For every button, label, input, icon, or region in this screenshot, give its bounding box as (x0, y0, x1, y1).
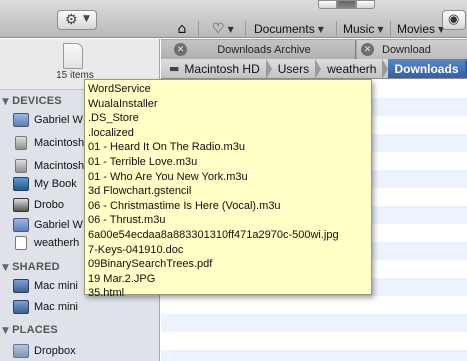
sidebar-item-label: Mac mini (34, 280, 79, 292)
tab-bar: ✕ Downloads Archive ✕ Download (161, 39, 467, 59)
folder-icon (13, 344, 29, 358)
music-label: Music (343, 22, 375, 36)
sidebar-item-label: My Book (34, 178, 77, 190)
tooltip-line: 09BinarySearchTrees.pdf (88, 258, 213, 271)
sidebar-item-macintosh-2[interactable]: Macintosh (13, 157, 84, 175)
favorites-menu-button[interactable]: ♡ ▼ (212, 20, 242, 38)
icon-view-button[interactable] (318, 0, 337, 9)
drive-icon (15, 159, 27, 173)
home-icon: ⌂ (177, 21, 187, 37)
tooltip-line: 06 - Christmastime Is Here (Vocal).m3u (88, 199, 281, 212)
sidebar-item-macintosh[interactable]: Macintosh (13, 134, 84, 152)
eye-icon: ◉ (448, 12, 460, 27)
sidebar-item-label: Macintosh (34, 137, 85, 149)
places-header[interactable]: ▼ PLACES (2, 324, 58, 336)
tab-label: Downloads Archive (217, 43, 311, 56)
sidebar-item-label: weatherh (34, 237, 80, 249)
tooltip-line: .DS_Store (88, 112, 139, 125)
movies-label: Movies (397, 22, 436, 36)
drive-icon (15, 136, 27, 150)
sidebar-item-label: Gabriel W (34, 219, 83, 231)
sidebar-item-my-book[interactable]: My Book (13, 175, 77, 193)
laptop-icon (13, 113, 29, 127)
toolbar-divider (390, 21, 391, 37)
tab-downloads-archive[interactable]: ✕ Downloads Archive (161, 40, 356, 59)
sidebar-item-mac-mini[interactable]: Mac mini (13, 277, 78, 295)
chevron-down-icon: ▼ (317, 24, 324, 34)
sidebar-item-gabriel-w[interactable]: Gabriel W (13, 111, 83, 129)
disclosure-triangle-icon: ▼ (2, 326, 10, 336)
document-icon (15, 236, 27, 250)
home-favorite-button[interactable]: ⌂ (172, 20, 192, 38)
quick-look-button[interactable]: ◉ (442, 10, 466, 30)
devices-header[interactable]: ▼ DEVICES (2, 95, 62, 107)
list-item[interactable] (161, 332, 467, 350)
breadcrumb-users[interactable]: Users (272, 59, 322, 78)
monitor-icon (13, 300, 29, 314)
drobo-icon (13, 198, 29, 212)
tooltip-line: 7-Keys-041910.doc (88, 243, 184, 256)
disclosure-triangle-icon: ▼ (2, 263, 10, 273)
documents-favorite-button[interactable]: Documents ▼ (254, 20, 324, 38)
gear-icon: ⚙ (65, 12, 78, 28)
chevron-down-icon: ▼ (227, 24, 234, 34)
tooltip-line: 01 - Terrible Love.m3u (88, 155, 198, 168)
close-tab-icon[interactable]: ✕ (361, 43, 374, 56)
breadcrumb-downloads[interactable]: Downloads (388, 59, 467, 78)
chevron-down-icon: ▼ (377, 24, 384, 34)
toolbar-divider (245, 21, 246, 37)
sidebar-item-weatherh[interactable]: weatherh (13, 234, 79, 252)
tooltip-line: 06 - Thrust.m3u (88, 214, 166, 227)
sidebar-item-label: Mac mini (34, 301, 79, 313)
toolbar-divider (198, 21, 199, 37)
close-tab-icon[interactable]: ✕ (174, 43, 187, 56)
document-icon (63, 43, 83, 69)
sidebar-item-label: Macintosh (34, 160, 85, 172)
shared-header[interactable]: ▼ SHARED (2, 261, 60, 273)
tooltip-line: 19 Mar.2.JPG (88, 272, 156, 285)
toolbar-divider (336, 21, 337, 37)
movies-favorite-button[interactable]: Movies ▼ (397, 20, 444, 38)
sidebar-item-drobo[interactable]: Drobo (13, 196, 64, 214)
documents-label: Documents (254, 22, 315, 36)
laptop-icon (13, 218, 29, 232)
sidebar-item-gabriel-w-2[interactable]: Gabriel W (13, 216, 83, 234)
drive-icon: ▬ (169, 62, 180, 75)
monitor-icon (13, 279, 29, 293)
sidebar-item-label: Dropbox (34, 345, 76, 357)
tooltip-line: 01 - Heard It On The Radio.m3u (88, 141, 245, 154)
tooltip-line: 35.html (88, 287, 125, 300)
action-menu-button[interactable]: ⚙ ▼ (57, 10, 97, 30)
heart-icon: ♡ (212, 21, 225, 37)
disclosure-triangle-icon: ▼ (2, 97, 10, 107)
music-favorite-button[interactable]: Music ▼ (343, 20, 384, 38)
tooltip-line: 01 - Who Are You New York.m3u (88, 170, 248, 183)
tooltip-line: .localized (88, 126, 134, 139)
tooltip-line: WualaInstaller (88, 97, 158, 110)
tooltip-line: WordService (88, 83, 151, 95)
external-drive-icon (13, 177, 29, 191)
chevron-down-icon: ▼ (83, 14, 90, 24)
finder-toolbar: ⚙ ▼ ⌂ ♡ ▼ Documents ▼ Music ▼ Movies ▼ ◉ (0, 0, 467, 38)
tab-downloads[interactable]: ✕ Download (357, 40, 467, 59)
list-item[interactable] (161, 350, 467, 361)
list-item[interactable] (161, 314, 467, 332)
column-view-button[interactable] (356, 0, 375, 9)
breadcrumb-weatherh[interactable]: weatherh (321, 59, 389, 78)
tooltip-line: 3d Flowchart.gstencil (88, 185, 192, 198)
list-view-button[interactable] (337, 0, 356, 9)
tooltip-line: 6a00e54ecdaa8a883301310ff471a2970c-500wi… (88, 228, 339, 241)
sidebar-item-mac-mini-2[interactable]: Mac mini (13, 298, 78, 316)
sidebar-item-label: Gabriel W (34, 114, 83, 126)
breadcrumb-macintosh-hd[interactable]: ▬ Macintosh HD (161, 59, 272, 78)
filename-tooltip: WordService WualaInstaller .DS_Store .local… (84, 79, 372, 299)
path-bar: ▬ Macintosh HD Users weatherh Downloads (161, 59, 467, 79)
sidebar-item-label: Drobo (34, 199, 64, 211)
sidebar-item-dropbox[interactable]: Dropbox (13, 342, 76, 360)
tab-label: Download (382, 43, 431, 56)
